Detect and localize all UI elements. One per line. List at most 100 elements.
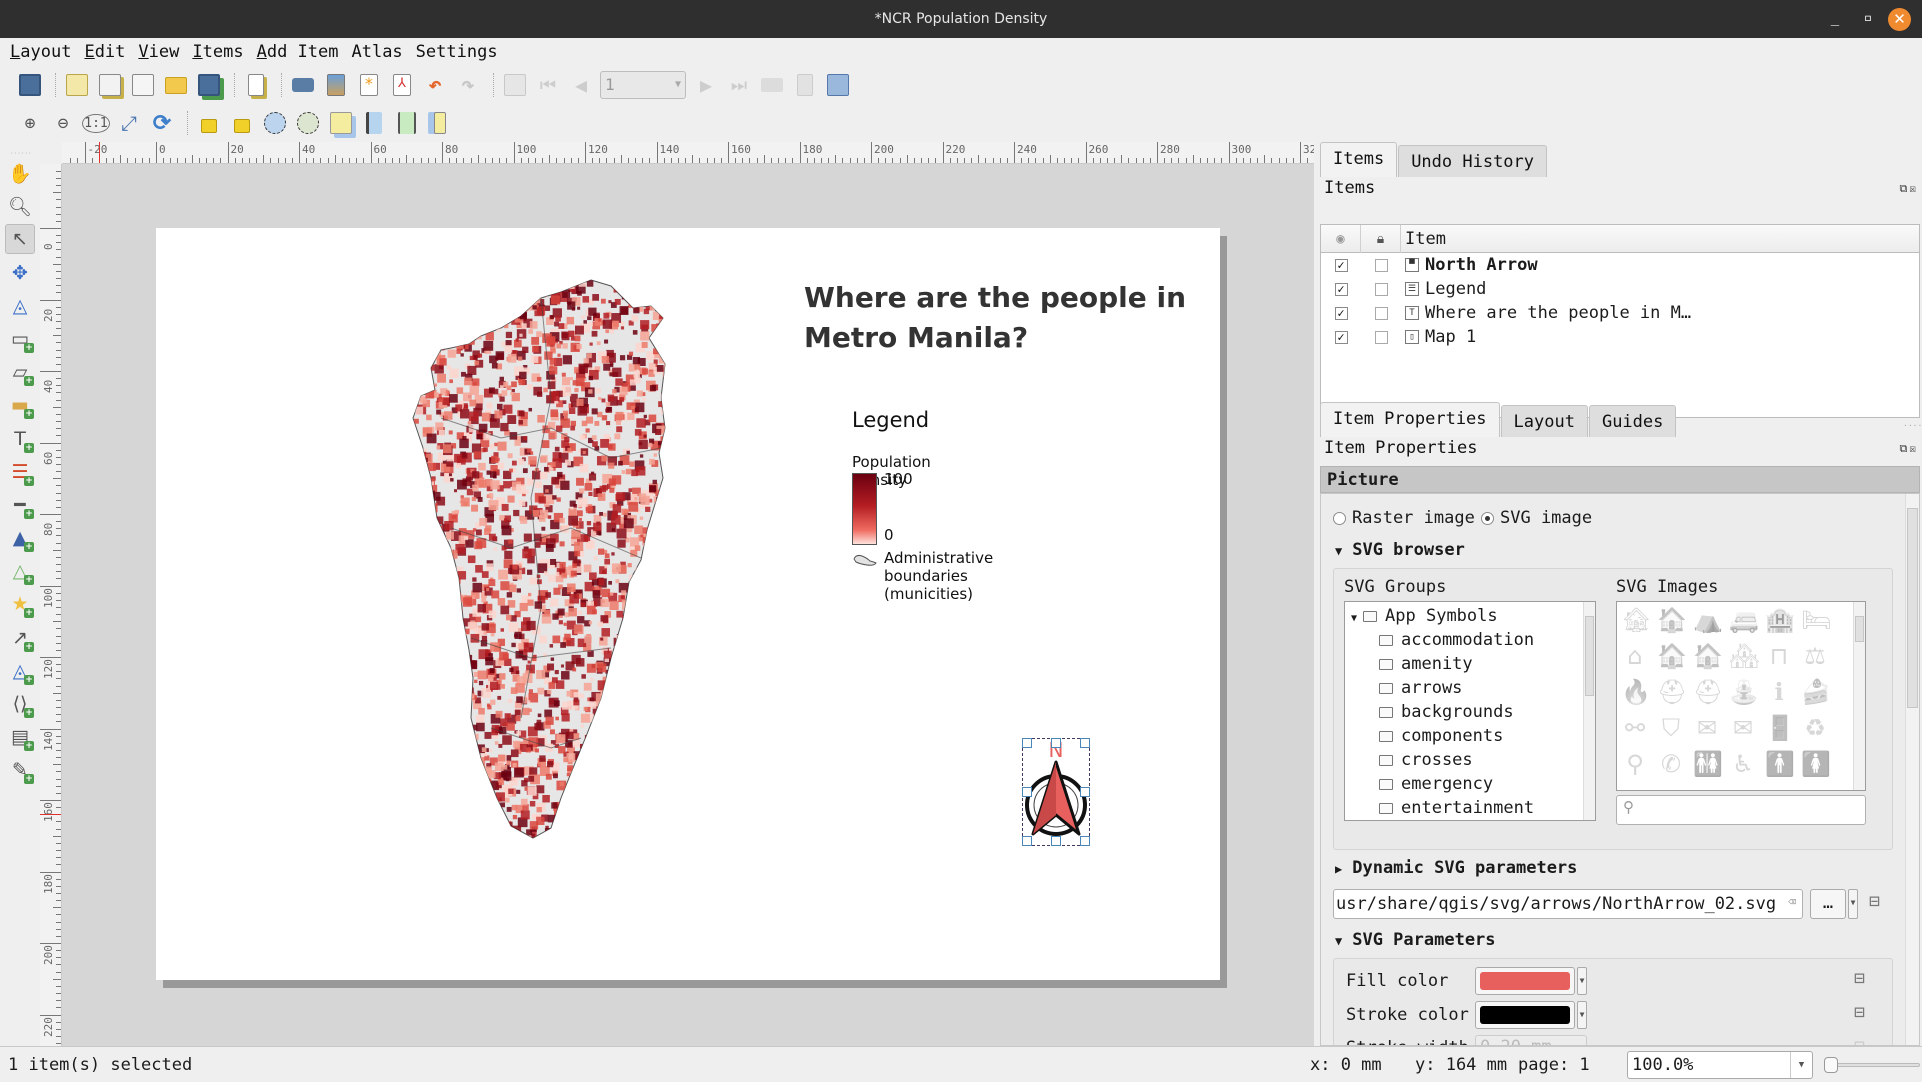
add-marker-tool[interactable]: ★ + [5,589,35,619]
north-arrow-item[interactable]: N [1022,738,1090,846]
visibility-checkbox[interactable]: ✓ [1334,282,1348,296]
add-polyline-tool[interactable]: ◬ + [5,656,35,686]
fill-data-defined-icon[interactable]: ⊟ [1854,968,1865,989]
items-tree[interactable]: ◉ 🔒︎ Item ✓ ▀ North Arrow ✓ ☰ Legend ✓ T W… [1320,224,1920,418]
svg-image-thumbnail[interactable]: 🏠 [1693,642,1723,670]
add-scalebar-tool[interactable]: ━ + [5,490,35,520]
atlas-first-button[interactable]: ⏮ [534,71,562,99]
svg-image-thumbnail[interactable]: 🏘 [1729,642,1759,670]
svg-search-input[interactable]: ⚲ [1616,795,1866,825]
atlas-prev-button[interactable]: ◀ [567,71,595,99]
svg-image-thumbnail[interactable]: ⛉ [1657,714,1685,742]
redo-button[interactable]: ↷ [454,71,482,99]
svg-image-thumbnail[interactable]: 🚐 [1729,606,1759,634]
splitter-handle[interactable]: ····· [1903,421,1922,430]
menu-items[interactable]: Items [192,42,243,62]
item-row[interactable]: ✓ T Where are the people in M… [1321,301,1919,325]
tab-guides[interactable]: Guides [1588,405,1677,437]
lock-items-button[interactable] [195,109,223,137]
svg-images-grid[interactable]: 🏚 🏠 ⛺ 🚐 🏨 🛏 ⌂ 🏠 🏠 🏘 ⊓ ⚖ 🔥 ⛑ ⛑ ⛲ ℹ 🍰 ⚯ ⛉ ✉ ✉ 🚪 ♻ ⚲ ✆ 🚻 ♿ 🚹 🚺 [1616,601,1866,791]
tab-item-properties[interactable]: Item Properties [1320,402,1500,437]
save-template-button[interactable] [195,71,223,99]
add-3d-map-tool[interactable]: ▱ + [5,357,35,387]
export-svg-button[interactable]: * [355,71,383,99]
svg-image-thumbnail[interactable]: ⛑ [1657,678,1687,706]
horizontal-ruler[interactable]: -20 0 20 40 60 80 100 120 140 160 180 200 220 240 260 2… [62,142,1314,164]
svg-image-thumbnail[interactable]: 🍰 [1801,678,1831,706]
svg-group-item[interactable]: accommodation [1345,628,1595,652]
svg-image-thumbnail[interactable]: ✉ [1729,714,1757,742]
browse-menu-arrow[interactable]: ▼ [1848,889,1858,919]
svg-image-thumbnail[interactable]: 🏨 [1765,606,1795,634]
resize-handle[interactable] [1022,787,1032,797]
add-picture-tool[interactable]: ▬ + [5,390,35,420]
unlock-items-button[interactable] [228,109,256,137]
svg-image-thumbnail[interactable]: ⚖ [1801,642,1829,670]
raster-image-radio[interactable]: Raster image [1333,508,1475,528]
scroll-thumb[interactable] [1585,616,1594,696]
panel-float-close-icons[interactable]: ⧉☒ [1900,442,1918,456]
dynamic-svg-params-toggle[interactable]: ▶ Dynamic SVG parameters [1335,858,1577,878]
atlas-settings-button[interactable] [824,71,852,99]
svg-group-item[interactable]: backgrounds [1345,700,1595,724]
export-pdf-button[interactable]: ⅄ [388,71,416,99]
lock-column-header[interactable]: 🔒︎ [1361,224,1401,253]
svg-group-item[interactable]: arrows [1345,676,1595,700]
svg-image-thumbnail[interactable]: 🚹 [1765,750,1795,778]
menu-edit[interactable]: Edit [84,42,125,62]
visibility-checkbox[interactable]: ✓ [1334,258,1348,272]
stroke-color-button[interactable] [1475,1001,1575,1029]
save-layout-button[interactable] [16,71,44,99]
svg-image-thumbnail[interactable]: ✆ [1657,750,1685,778]
svg-image-thumbnail[interactable]: 🔥 [1621,678,1651,706]
svg-image-thumbnail[interactable]: ⛑ [1693,678,1723,706]
refresh-button[interactable]: ⟳ [148,109,176,137]
layout-canvas[interactable]: Where are the people in Metro Manila? Le… [62,164,1314,1046]
minimize-button[interactable]: _ [1822,0,1848,38]
width-data-defined-icon[interactable]: ⊟ [1854,1036,1865,1045]
zoom-combo[interactable]: 100.0% ▼ [1627,1051,1813,1079]
data-defined-override-icon[interactable]: ⊟ [1869,891,1880,912]
svg-image-thumbnail[interactable]: 🛏 [1801,606,1831,634]
align-items-button[interactable] [360,109,388,137]
fill-color-menu-arrow[interactable]: ▼ [1577,967,1587,995]
select-move-tool[interactable]: ↖ [5,224,35,255]
zoom-tool-tool[interactable]: 🔍︎ [5,191,35,221]
resize-handle[interactable] [1022,836,1032,846]
svg-group-item[interactable]: emergency [1345,772,1595,796]
new-report-button[interactable] [242,71,270,99]
svg-image-thumbnail[interactable]: ⌂ [1621,642,1649,670]
svg-groups-tree[interactable]: ▼ App Symbols accommodation amenity arrows ba… [1344,601,1596,821]
scroll-thumb[interactable] [1855,616,1864,642]
svg-image-radio[interactable]: SVG image [1481,508,1592,528]
panel-float-close-icons[interactable]: ⧉☒ [1900,182,1918,196]
atlas-page-combo[interactable]: 1 ▼ [600,71,686,99]
clear-input-icon[interactable]: ⌫ [1788,895,1796,910]
item-row[interactable]: ✓ ☰ Legend [1321,277,1919,301]
distribute-items-button[interactable] [393,109,421,137]
menu-add-item[interactable]: Add Item [257,42,339,62]
svg-image-thumbnail[interactable]: ♻ [1801,714,1829,742]
zoom-full-button[interactable]: ⤢ [115,109,143,137]
tab-items[interactable]: Items [1320,142,1398,177]
add-legend-tool[interactable]: ☰ + [5,457,35,487]
svg-images-scrollbar[interactable] [1853,602,1865,790]
resize-items-button[interactable] [426,109,454,137]
close-button[interactable]: ✕ [1888,8,1911,31]
add-html-tool[interactable]: ⟨⟩ + [5,689,35,719]
lock-checkbox[interactable] [1374,258,1388,272]
zoom-actual-button[interactable]: 1:1 [82,109,110,137]
svg-image-thumbnail[interactable]: ✉ [1693,714,1721,742]
add-shape-tool[interactable]: △ + [5,556,35,586]
fill-color-button[interactable] [1475,967,1575,995]
add-arrow-tool[interactable]: ↗ + [5,623,35,653]
tab-undo-history[interactable]: Undo History [1398,145,1548,177]
duplicate-layout-button[interactable] [96,71,124,99]
visibility-checkbox[interactable]: ✓ [1334,330,1348,344]
svg-groups-scrollbar[interactable] [1583,602,1595,820]
undo-button[interactable]: ↶ [421,71,449,99]
menu-settings[interactable]: Settings [416,42,498,62]
svg-image-thumbnail[interactable]: ℹ [1765,678,1793,706]
menu-layout[interactable]: Layout [10,42,71,62]
add-fixed-table-tool[interactable]: ✎ + [5,755,35,785]
